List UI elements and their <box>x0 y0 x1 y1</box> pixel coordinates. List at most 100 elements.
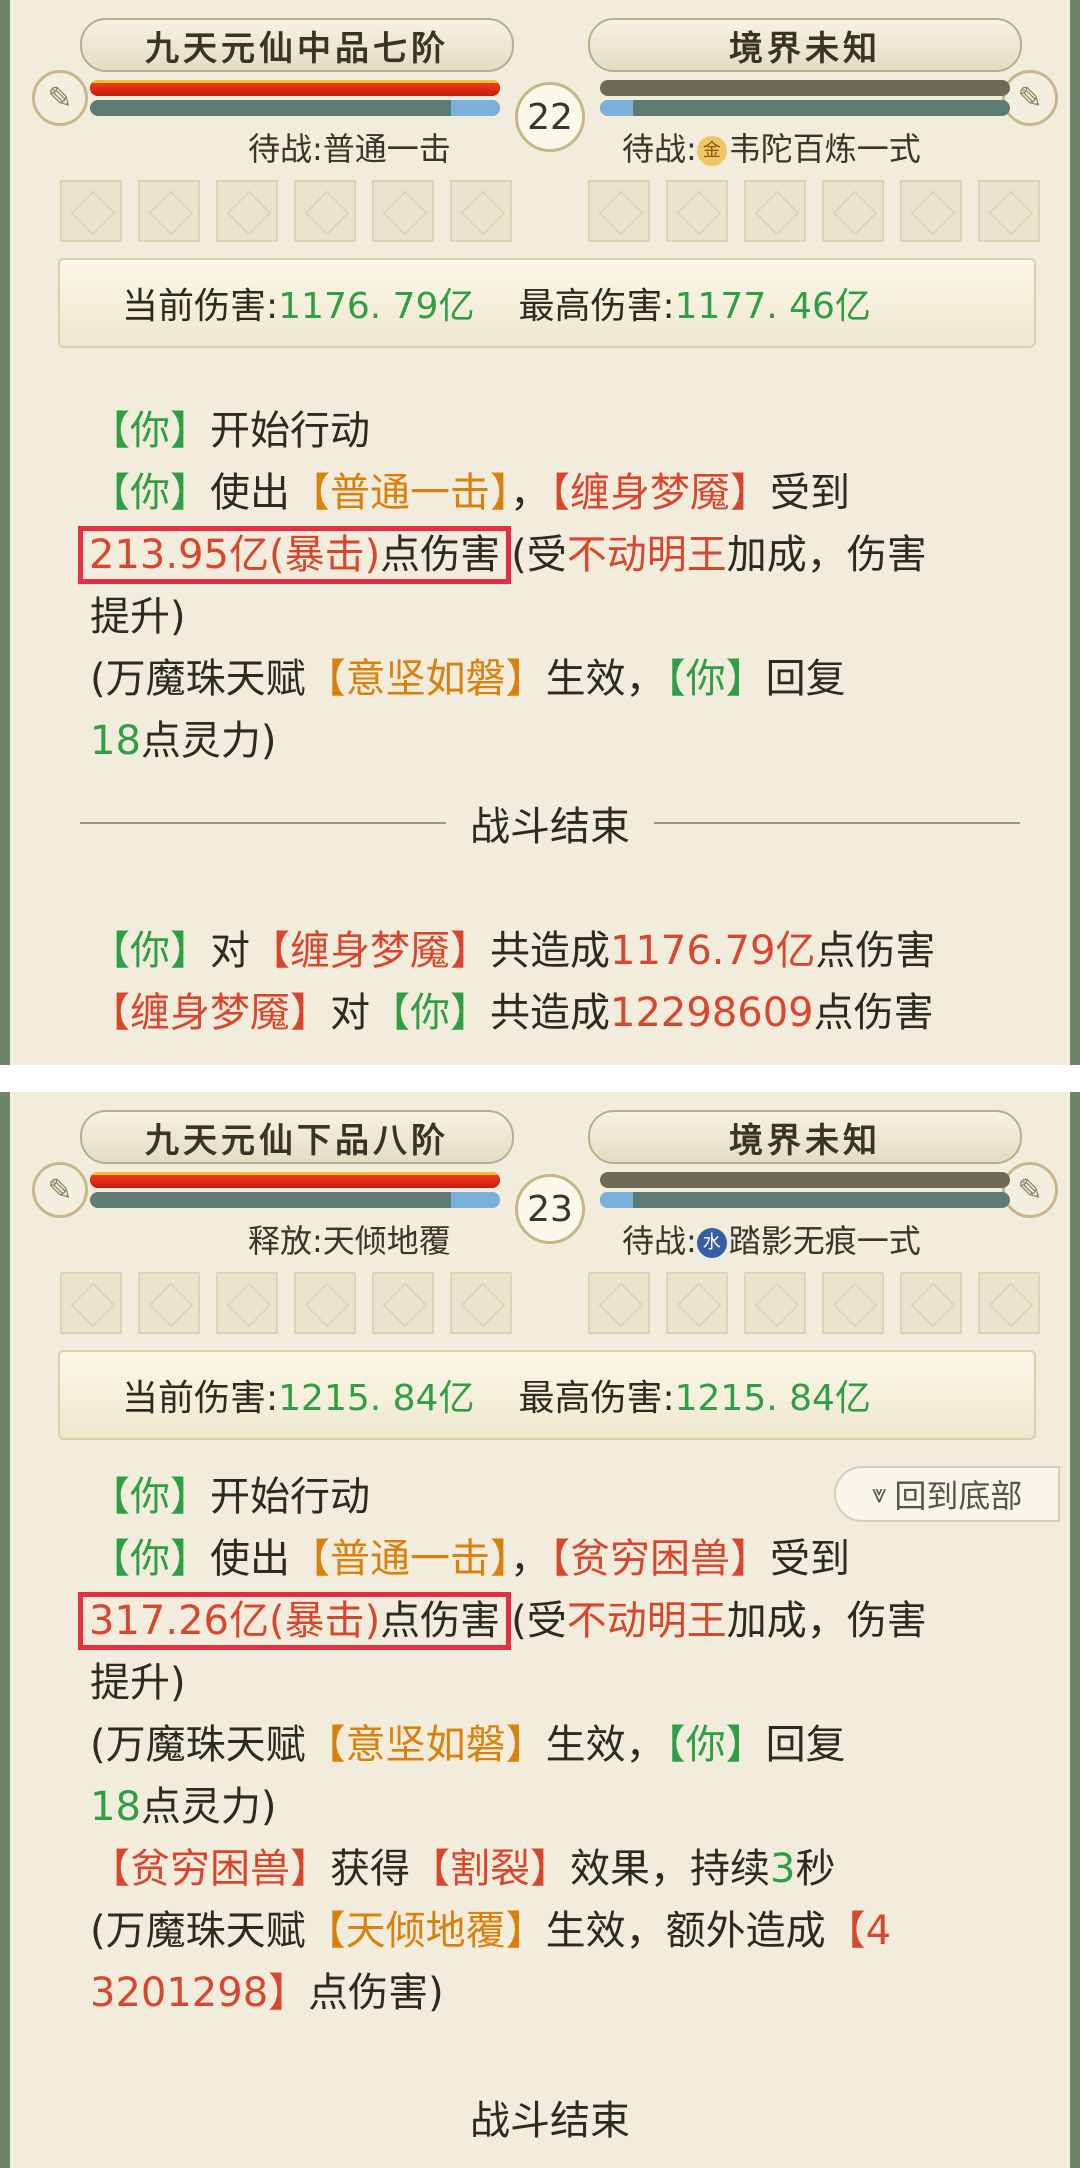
max-damage-label: 最高伤害: <box>518 286 675 327</box>
enemy-skill-slot[interactable] <box>900 1272 962 1334</box>
player-status: 待战:普通一击 <box>248 130 451 168</box>
screenshot-separator <box>0 1065 1080 1092</box>
summary-line: 【你】对【缠身梦魇】共造成1176.79亿点伤害 <box>90 920 935 982</box>
player-skill-slot[interactable] <box>294 180 356 242</box>
log-line: 213.95亿(暴击)点伤害 (受不动明王加成，伤害 <box>78 524 927 586</box>
log-text: ， <box>510 1536 550 1582</box>
player-skill-slot[interactable] <box>450 180 512 242</box>
log-you: 【你】 <box>90 1536 210 1582</box>
player-skill-slot[interactable] <box>450 1272 512 1334</box>
player-realm-label: 九天元仙下品八阶 <box>80 1110 514 1164</box>
battle-log: 【你】开始行动 【你】使出【普通一击】，【缠身梦魇】受到 213.95亿(暴击)… <box>78 400 927 772</box>
enemy-skill-slot[interactable] <box>744 1272 806 1334</box>
enemy-skill-slot[interactable] <box>588 180 650 242</box>
summary-text: 对 <box>210 928 250 974</box>
player-skill-slot[interactable] <box>216 1272 278 1334</box>
log-text: 点灵力) <box>140 1784 277 1830</box>
battle-end-divider: 战斗结束 <box>80 2092 1020 2144</box>
critical-damage-highlight: 317.26亿(暴击)点伤害 <box>78 1592 512 1650</box>
player-scroll-icon[interactable]: ✎ <box>32 1162 88 1218</box>
log-talent: 【意坚如磐】 <box>305 656 546 702</box>
enemy-skill-slot[interactable] <box>588 1272 650 1334</box>
player-skill-slot[interactable] <box>60 180 122 242</box>
log-line: 317.26亿(暴击)点伤害 (受不动明王加成，伤害 <box>78 1590 927 1652</box>
log-extra-damage: 【4 <box>825 1908 892 1954</box>
back-to-bottom-label: 回到底部 <box>894 1477 1023 1515</box>
summary-text: 共造成 <box>490 928 610 974</box>
log-text: 效果，持续 <box>570 1846 770 1892</box>
player-skill-slot[interactable] <box>372 180 434 242</box>
log-buff: 不动明王 <box>566 1598 727 1644</box>
log-text: 生效， <box>545 1722 666 1768</box>
log-text: (受 <box>511 532 567 578</box>
player-skill-slot[interactable] <box>372 1272 434 1334</box>
enemy-hp-bar <box>600 1172 1010 1188</box>
player-scroll-icon[interactable]: ✎ <box>32 70 88 126</box>
enemy-mp-bar <box>600 100 1010 116</box>
crit-damage-value: 213.95亿(暴击) <box>89 532 381 578</box>
log-text: ， <box>510 470 550 516</box>
log-text: (万魔珠天赋 <box>90 1908 306 1954</box>
enemy-skill-slot[interactable] <box>900 180 962 242</box>
log-text: 使出 <box>210 1536 290 1582</box>
log-text: 回复 <box>765 1722 846 1768</box>
summary-text: 共造成 <box>490 990 610 1036</box>
water-element-icon: 水 <box>696 1228 727 1258</box>
log-text: 生效， <box>545 656 666 702</box>
log-line: 18点灵力) <box>90 710 927 772</box>
log-you: 【你】 <box>665 656 766 702</box>
log-text: (万魔珠天赋 <box>90 1722 306 1768</box>
current-damage-label: 当前伤害: <box>122 286 279 327</box>
log-text: (万魔珠天赋 <box>90 656 306 702</box>
summary-line: 【缠身梦魇】对【你】共造成12298609点伤害 <box>90 982 935 1044</box>
enemy-skill-slot[interactable] <box>822 1272 884 1334</box>
enemy-skill-slot[interactable] <box>666 180 728 242</box>
back-to-bottom-button[interactable]: ⩔ 回到底部 <box>834 1466 1060 1522</box>
battle-summary: 【你】对【缠身梦魇】共造成1176.79亿点伤害 【缠身梦魇】对【你】共造成12… <box>90 920 935 1044</box>
enemy-skill-slot[interactable] <box>978 180 1040 242</box>
log-text: 加成，伤害 <box>726 532 927 578</box>
current-damage-value: 1215. 84亿 <box>278 1378 475 1419</box>
enemy-scroll-icon[interactable]: ✎ <box>1002 70 1058 126</box>
log-text: 使出 <box>210 470 290 516</box>
player-skill-slot[interactable] <box>138 180 200 242</box>
log-extra-damage: 3201298】 <box>90 1970 309 2016</box>
player-skill-slot[interactable] <box>294 1272 356 1334</box>
enemy-skill-name: 韦陀百炼一式 <box>728 130 921 168</box>
log-text: 加成，伤害 <box>726 1598 927 1644</box>
summary-enemy: 【缠身梦魇】 <box>250 928 490 974</box>
enemy-skill-slot[interactable] <box>822 180 884 242</box>
summary-text: 点伤害 <box>815 928 936 974</box>
enemy-skill-slot[interactable] <box>744 180 806 242</box>
log-text: 受到 <box>770 1536 850 1582</box>
enemy-status-prefix: 待战: <box>622 130 697 168</box>
player-skill-slot[interactable] <box>138 1272 200 1334</box>
player-mp-bar <box>90 1192 500 1208</box>
log-effect: 【割裂】 <box>410 1846 570 1892</box>
battle-panel-1: 九天元仙中品七阶 境界未知 ✎ ✎ 22 待战:普通一击 待战: 金韦陀百炼一式 … <box>0 0 1080 1065</box>
max-damage-value: 1177. 46亿 <box>674 286 871 327</box>
current-damage-label: 当前伤害: <box>122 1378 279 1419</box>
log-line: 【你】开始行动 <box>90 400 927 462</box>
enemy-scroll-icon[interactable]: ✎ <box>1002 1162 1058 1218</box>
log-text: 点灵力) <box>140 718 277 764</box>
player-skill-slot[interactable] <box>60 1272 122 1334</box>
max-damage-label: 最高伤害: <box>518 1378 675 1419</box>
metal-element-icon: 金 <box>696 136 727 166</box>
crit-damage-value: 317.26亿(暴击) <box>89 1598 381 1644</box>
log-talent: 【天倾地覆】 <box>305 1908 546 1954</box>
log-number: 3 <box>770 1846 796 1892</box>
log-line: 提升) <box>90 594 186 640</box>
enemy-realm-label: 境界未知 <box>588 18 1022 72</box>
battle-end-label: 战斗结束 <box>470 2098 630 2144</box>
log-line: 【你】开始行动 <box>90 1466 927 1528</box>
player-skill-slot[interactable] <box>216 180 278 242</box>
enemy-skill-slot[interactable] <box>666 1272 728 1334</box>
player-hp-bar <box>90 1172 500 1188</box>
log-text: 生效，额外造成 <box>545 1908 826 1954</box>
summary-text: 点伤害 <box>813 990 934 1036</box>
enemy-skill-slot[interactable] <box>978 1272 1040 1334</box>
log-enemy: 【贫穷困兽】 <box>550 1536 770 1582</box>
log-you: 【你】 <box>90 408 210 454</box>
log-line: (万魔珠天赋【意坚如磐】生效，【你】回复 <box>90 1714 927 1776</box>
